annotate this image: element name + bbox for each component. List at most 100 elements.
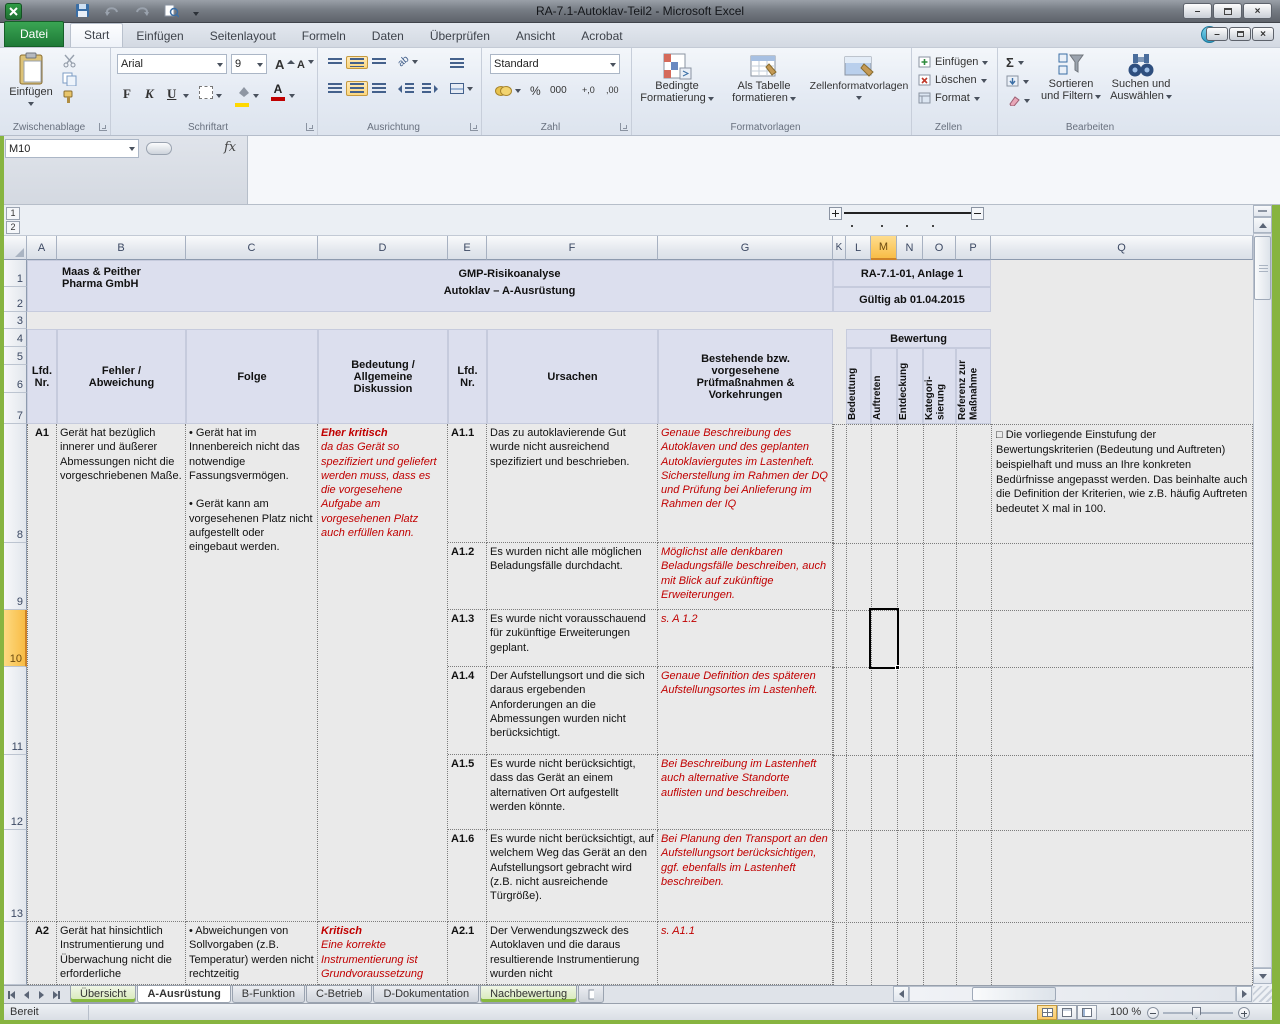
fill-button[interactable]: [1006, 75, 1029, 87]
cell-a12-id[interactable]: A1.2: [448, 543, 487, 610]
th-fehler[interactable]: Fehler / Abweichung: [57, 329, 186, 424]
print-preview-icon[interactable]: [164, 3, 179, 23]
page-break-view-icon[interactable]: [1077, 1005, 1097, 1020]
dialog-launcher-zwischenablage[interactable]: [99, 123, 107, 131]
align-top-button[interactable]: [324, 56, 346, 67]
tab-seitenlayout[interactable]: Seitenlayout: [197, 24, 289, 47]
font-name-combo[interactable]: Arial: [117, 54, 227, 74]
row-header-6[interactable]: 6: [4, 365, 27, 393]
cell-a21-ursache[interactable]: Der Verwendungszweck des Autoklaven und …: [487, 922, 658, 985]
th-bewertung[interactable]: Bewertung: [846, 329, 991, 348]
cell-a2-bedeutung[interactable]: KritischEine korrekte Instrumentierung i…: [318, 922, 448, 985]
decrease-font-icon[interactable]: A: [293, 57, 318, 73]
th-massnahmen[interactable]: Bestehende bzw. vorgesehene Prüfmaßnahme…: [658, 329, 833, 424]
resize-grip[interactable]: [1253, 986, 1272, 1002]
insert-worksheet-icon[interactable]: [578, 986, 604, 1003]
column-header-C[interactable]: C: [186, 236, 318, 260]
copy-icon[interactable]: [62, 72, 77, 91]
row-header-13[interactable]: 13: [4, 830, 27, 922]
cell-a11-id[interactable]: A1.1: [448, 424, 487, 543]
hscroll-left-button[interactable]: [893, 986, 909, 1002]
paste-button[interactable]: Einfügen: [6, 51, 56, 119]
delete-cells-button[interactable]: Löschen: [918, 74, 987, 86]
align-right-button[interactable]: [368, 81, 390, 96]
minimize-button[interactable]: –: [1183, 3, 1212, 19]
font-color-dropdown[interactable]: [289, 94, 295, 101]
company-cell[interactable]: Maas & Peither Pharma GmbH: [62, 266, 202, 290]
cell-a12-ursache[interactable]: Es wurden nicht alle möglichen Beladungs…: [487, 543, 658, 610]
cell-a16-ursache[interactable]: Es wurde nicht berücksichtigt, auf welch…: [487, 830, 658, 922]
cell-a16-id[interactable]: A1.6: [448, 830, 487, 922]
cell-a2-folge[interactable]: • Abweichungen von Sollvorgaben (z.B. Te…: [186, 922, 318, 985]
insert-function-icon[interactable]: fx: [224, 140, 236, 155]
borders-dropdown[interactable]: [216, 94, 222, 101]
column-header-A[interactable]: A: [27, 236, 57, 260]
cell-a2-id[interactable]: A2: [27, 922, 57, 985]
th-ursachen[interactable]: Ursachen: [487, 329, 658, 424]
cell-a21-id[interactable]: A2.1: [448, 922, 487, 985]
sheet-tab-c-betrieb[interactable]: C-Betrieb: [306, 986, 372, 1003]
format-cells-button[interactable]: Format: [918, 92, 980, 104]
clear-button[interactable]: [1006, 94, 1030, 106]
tab-ansicht[interactable]: Ansicht: [503, 24, 568, 47]
percent-style-button[interactable]: %: [526, 82, 545, 100]
decrease-indent-button[interactable]: [394, 81, 418, 96]
scroll-up-button[interactable]: [1253, 217, 1272, 233]
cell-a13-id[interactable]: A1.3: [448, 610, 487, 667]
cell-a15-massnahme[interactable]: Bei Beschreibung im Lastenheft auch alte…: [658, 755, 833, 830]
font-color-icon[interactable]: A: [271, 82, 285, 101]
valid-from-cell[interactable]: Gültig ab 01.04.2015: [833, 287, 991, 312]
column-header-D[interactable]: D: [318, 236, 448, 260]
th-rot-bedeutung[interactable]: Bedeutung: [846, 348, 871, 424]
cell-a1-bedeutung[interactable]: Eher kritischda das Gerät so spezifizier…: [318, 424, 448, 922]
underline-dropdown[interactable]: [183, 94, 189, 101]
number-format-combo[interactable]: Standard: [490, 54, 620, 74]
comma-style-button[interactable]: 000: [546, 83, 571, 98]
first-sheet-icon[interactable]: [4, 986, 19, 1003]
tab-formeln[interactable]: Formeln: [289, 24, 359, 47]
row-header-2[interactable]: 2: [4, 287, 27, 312]
align-bottom-button[interactable]: [368, 56, 390, 67]
column-header-L[interactable]: L: [846, 236, 871, 260]
zoom-level[interactable]: 100 %: [1110, 1006, 1141, 1018]
format-as-table-button[interactable]: Als Tabelle formatieren: [722, 51, 806, 121]
column-header-K[interactable]: K: [833, 236, 846, 260]
find-select-button[interactable]: Suchen und Auswählen: [1106, 51, 1176, 121]
column-header-E[interactable]: E: [448, 236, 487, 260]
cell-a13-massnahme[interactable]: s. A 1.2: [658, 610, 833, 667]
sort-filter-button[interactable]: Sortieren und Filtern: [1038, 51, 1104, 121]
column-header-O[interactable]: O: [923, 236, 956, 260]
excel-app-icon[interactable]: [5, 3, 22, 20]
zoom-slider-thumb[interactable]: [1192, 1007, 1201, 1019]
row-header-8[interactable]: 8: [4, 424, 27, 543]
th-bedeutung[interactable]: Bedeutung / Allgemeine Diskussion: [318, 329, 448, 424]
fill-handle[interactable]: [895, 665, 900, 670]
maximize-button[interactable]: [1213, 3, 1242, 19]
sheet-tab-d-dokumentation[interactable]: D-Dokumentation: [373, 986, 479, 1003]
doc-ref-cell[interactable]: RA-7.1-01, Anlage 1: [833, 260, 991, 287]
wrap-text-button[interactable]: [446, 56, 468, 71]
align-left-button[interactable]: [324, 81, 346, 96]
th-rot-entdeckung[interactable]: Entdeckung: [897, 348, 923, 424]
row-header-11[interactable]: 11: [4, 667, 27, 755]
cell-a14-id[interactable]: A1.4: [448, 667, 487, 755]
zoom-in-icon[interactable]: [1238, 1007, 1250, 1019]
prev-sheet-icon[interactable]: [19, 986, 34, 1003]
workbook-minimize-button[interactable]: –: [1206, 27, 1228, 41]
tab-start[interactable]: Start: [70, 23, 123, 47]
tab-datei[interactable]: Datei: [4, 21, 64, 47]
outline-collapse-icon[interactable]: [971, 207, 984, 220]
cell-a1-folge[interactable]: • Gerät hat im Innenbereich nicht das no…: [186, 424, 318, 922]
column-header-G[interactable]: G: [658, 236, 833, 260]
row-header-12[interactable]: 12: [4, 755, 27, 830]
cell-a1-fehler[interactable]: Gerät hat bezüglich innerer und äußerer …: [57, 424, 186, 922]
undo-icon[interactable]: [104, 4, 120, 23]
th-lfd-nr-2[interactable]: Lfd. Nr.: [448, 329, 487, 424]
workbook-restore-button[interactable]: [1229, 27, 1251, 41]
format-painter-icon[interactable]: [62, 90, 77, 109]
cell-a14-massnahme[interactable]: Genaue Definition des späteren Aufstellu…: [658, 667, 833, 755]
th-folge[interactable]: Folge: [186, 329, 318, 424]
fill-color-icon[interactable]: [235, 84, 251, 107]
save-icon[interactable]: [75, 3, 90, 23]
align-middle-button[interactable]: [346, 56, 368, 69]
